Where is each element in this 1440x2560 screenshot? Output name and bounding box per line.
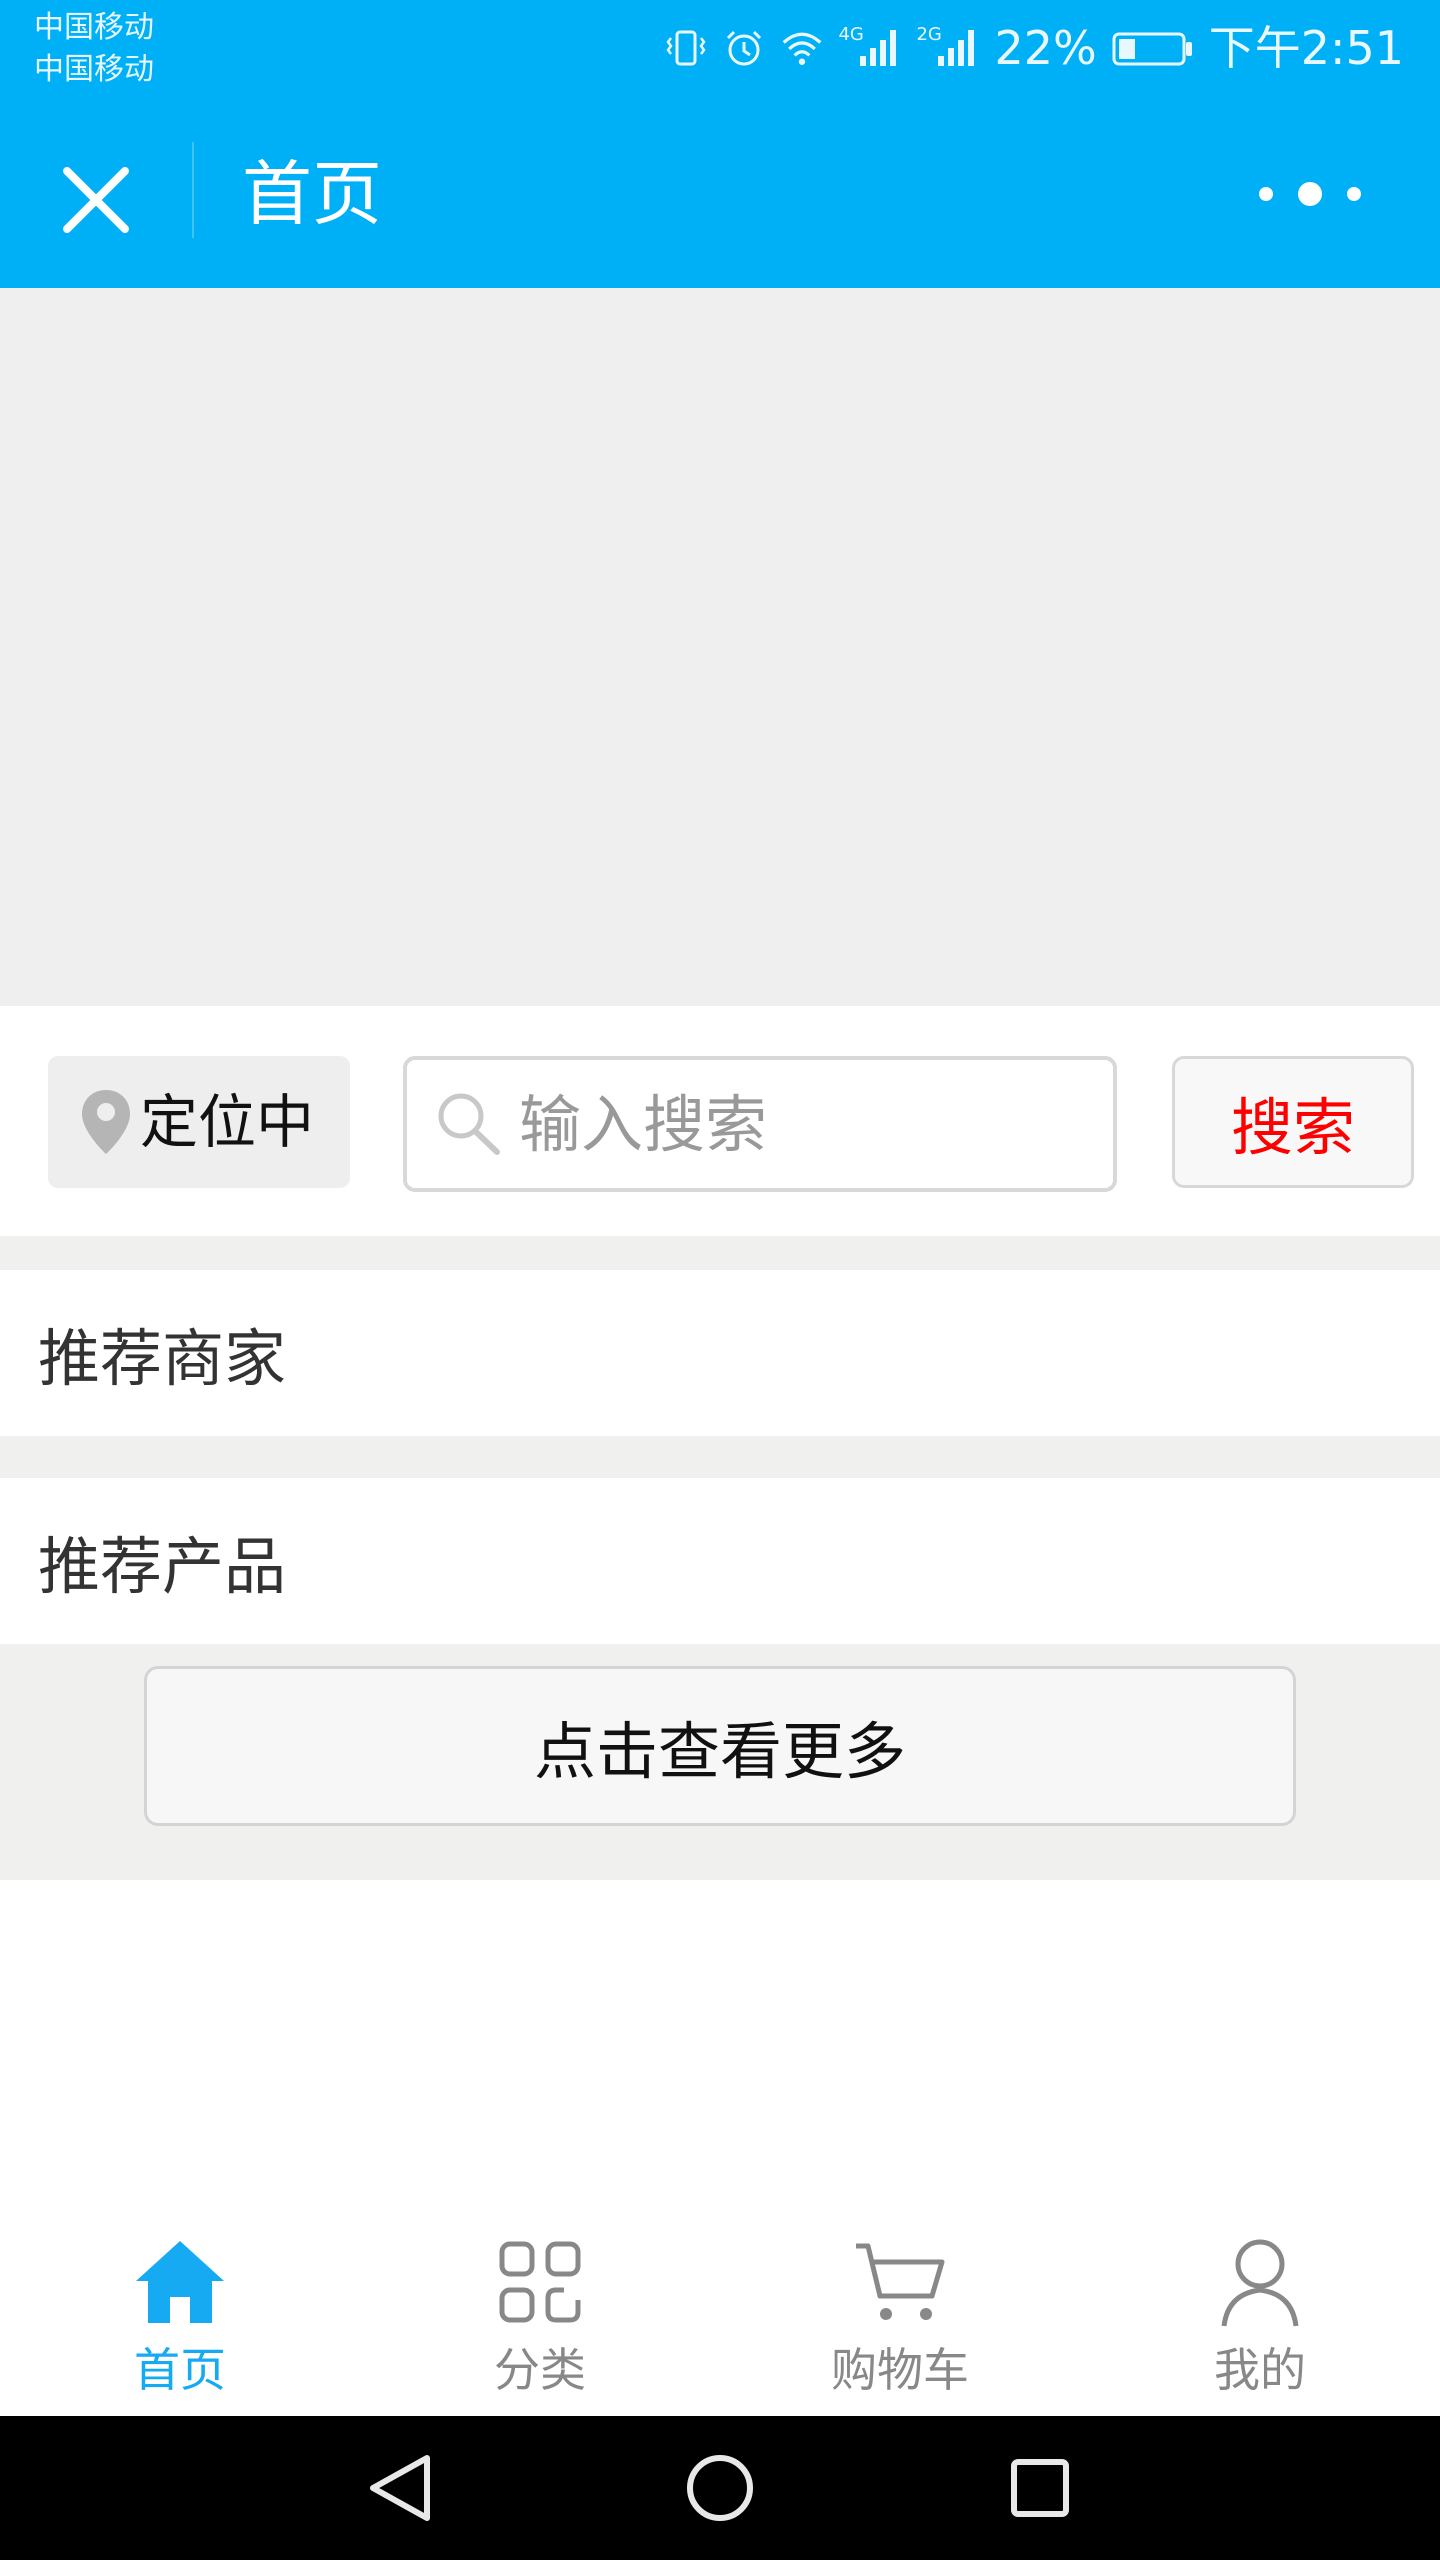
battery-icon: [1111, 26, 1195, 70]
home-circle-icon: [687, 2455, 753, 2521]
more-icon: [1259, 182, 1361, 206]
tab-mine[interactable]: 我的: [1080, 2180, 1440, 2416]
net-type-1: 4G: [838, 24, 864, 45]
tab-home-label: 首页: [134, 2343, 226, 2397]
grid-icon: [490, 2232, 590, 2332]
recommended-merchants-title: 推荐商家: [38, 1322, 287, 1395]
battery-percent: 22%: [994, 21, 1097, 75]
search-button[interactable]: 搜索: [1172, 1056, 1414, 1188]
search-input[interactable]: [509, 1087, 1079, 1161]
recents-button[interactable]: [990, 2438, 1090, 2538]
signal-2g-icon: 2G: [916, 24, 980, 70]
clock: 下午2:51: [1208, 21, 1404, 75]
wifi-icon: [780, 26, 824, 70]
tab-mine-label: 我的: [1214, 2343, 1306, 2397]
search-box[interactable]: [403, 1056, 1117, 1192]
net-type-2: 2G: [916, 24, 942, 45]
location-button[interactable]: 定位中: [48, 1056, 350, 1188]
recommended-products-header: 推荐产品: [0, 1478, 1432, 1644]
tab-category[interactable]: 分类: [360, 2180, 720, 2416]
load-more-area: 点击查看更多: [0, 1644, 1440, 1880]
recommended-products-title: 推荐产品: [38, 1530, 287, 1603]
tab-bar: 首页 分类 购物车 我的: [0, 2180, 1440, 2416]
location-label: 定位中: [140, 1088, 315, 1156]
home-icon: [130, 2232, 230, 2332]
nav-divider: [192, 142, 194, 238]
back-button[interactable]: [350, 2438, 450, 2538]
more-button[interactable]: [1240, 166, 1380, 222]
vibrate-icon: [664, 26, 708, 70]
status-indicators: 4G 2G 22% 下午2:51: [664, 18, 1404, 78]
load-more-button[interactable]: 点击查看更多: [144, 1666, 1296, 1826]
close-button[interactable]: [48, 152, 144, 248]
home-button[interactable]: [670, 2438, 770, 2538]
tab-cart-label: 购物车: [831, 2343, 969, 2397]
tab-cart[interactable]: 购物车: [720, 2180, 1080, 2416]
system-navigation-bar: [0, 2416, 1440, 2560]
alarm-icon: [722, 26, 766, 70]
mini-program-navbar: 首页: [0, 98, 1440, 288]
user-icon: [1210, 2232, 1310, 2332]
status-bar: 中国移动 中国移动 4G 2G 22% 下午2:51: [0, 0, 1440, 98]
location-pin-icon: [78, 1087, 134, 1157]
section-gap: [0, 1436, 1440, 1478]
search-section: 定位中 搜索: [0, 1006, 1440, 1236]
section-gap: [0, 1236, 1440, 1270]
recommended-merchants-header: 推荐商家: [0, 1270, 1432, 1436]
back-icon: [370, 2455, 430, 2521]
banner-area[interactable]: [0, 288, 1440, 1006]
carrier-1: 中国移动: [34, 10, 154, 45]
recents-icon: [1011, 2459, 1069, 2517]
cart-icon: [850, 2232, 950, 2332]
signal-4g-icon: 4G: [838, 24, 902, 70]
tab-category-label: 分类: [494, 2343, 586, 2397]
page-title: 首页: [242, 153, 382, 235]
search-icon: [429, 1084, 509, 1164]
close-icon: [63, 167, 129, 233]
carrier-2: 中国移动: [34, 52, 154, 87]
tab-home[interactable]: 首页: [0, 2180, 360, 2416]
